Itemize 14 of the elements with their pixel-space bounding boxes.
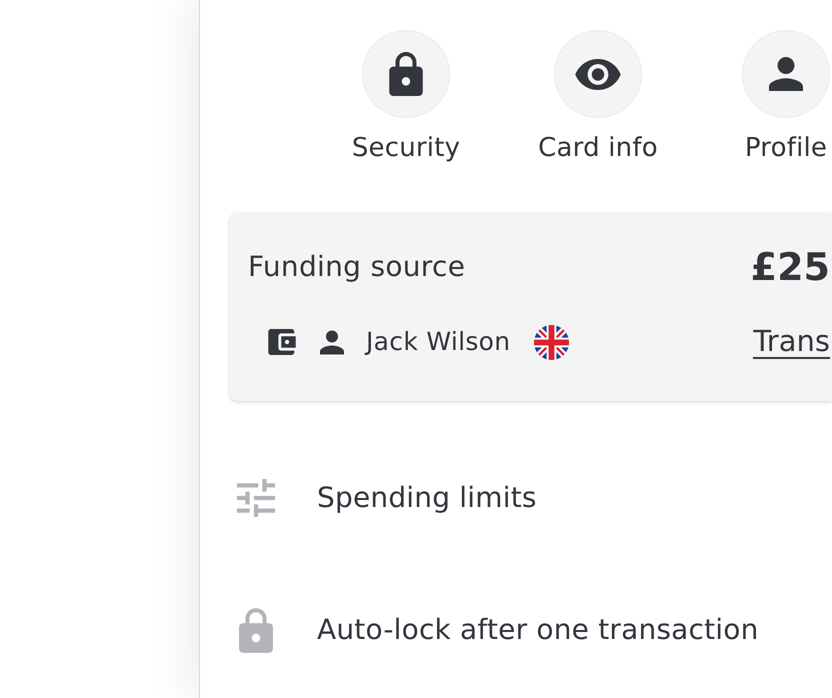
settings-item[interactable]: Auto-lock after one transaction [230, 598, 759, 662]
sliders-icon [237, 479, 275, 517]
account-holder-name: Jack Wilson [366, 327, 510, 357]
card-title: Funding source [248, 250, 466, 284]
quick-action-button[interactable]: Profile [742, 30, 830, 163]
quick-action-button[interactable]: Card info [538, 30, 658, 163]
wallet-icon [268, 329, 296, 355]
person-icon [320, 330, 344, 354]
quick-action-button[interactable]: Security [352, 30, 460, 163]
flag-icon [534, 324, 570, 360]
lock-icon [239, 608, 273, 652]
underlined-link[interactable]: Trans [753, 325, 830, 359]
balance-amount: £25 [750, 245, 830, 289]
settings-item[interactable]: Spending limits [230, 466, 537, 530]
